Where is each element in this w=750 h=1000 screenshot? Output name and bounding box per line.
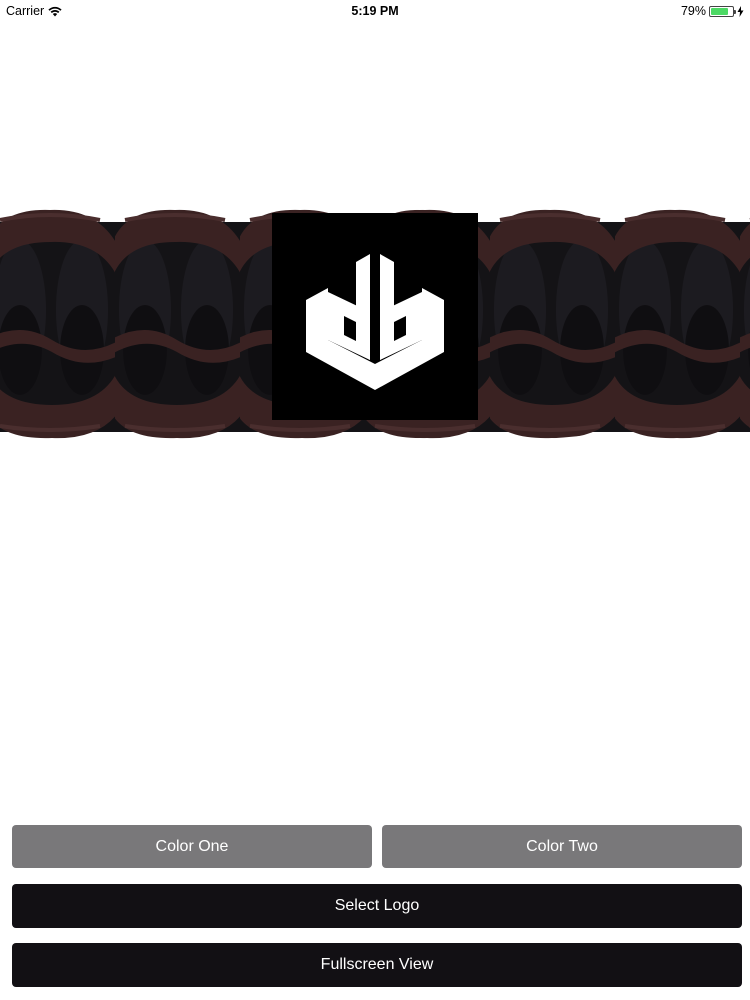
paracord-bracelet-image — [0, 200, 750, 441]
bracelet-preview — [0, 200, 750, 460]
status-time: 5:19 PM — [351, 4, 399, 18]
status-bar: Carrier 5:19 PM 79% — [0, 0, 750, 22]
fullscreen-view-button[interactable]: Fullscreen View — [12, 943, 742, 987]
battery-indicator: 79% — [681, 4, 744, 18]
select-logo-button[interactable]: Select Logo — [12, 884, 742, 928]
color-one-button[interactable]: Color One — [12, 825, 372, 868]
battery-level — [711, 7, 728, 15]
color-two-button[interactable]: Color Two — [382, 825, 742, 868]
battery-percent: 79% — [680, 4, 706, 18]
charging-bolt-icon — [737, 5, 744, 17]
battery-icon — [709, 5, 736, 17]
